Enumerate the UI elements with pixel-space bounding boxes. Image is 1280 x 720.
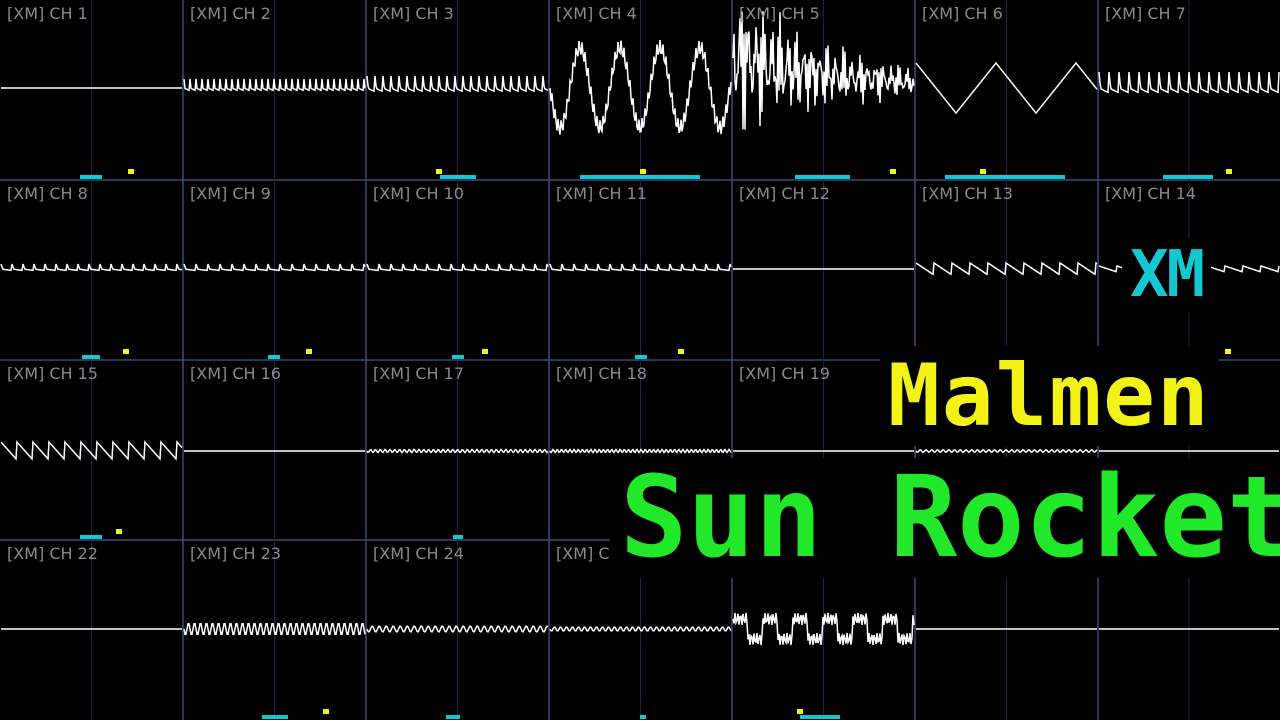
channel-note-marker — [797, 709, 803, 714]
channel-note-marker — [306, 349, 312, 354]
channel-position-bar — [453, 535, 463, 539]
channel-note-marker — [116, 529, 122, 534]
channel-label: [XM] CH 4 — [556, 4, 637, 23]
channel-label: [XM] CH 13 — [922, 184, 1013, 203]
channel-note-marker — [890, 169, 896, 174]
channel-position-bar — [945, 175, 1065, 179]
channel-label: [XM] CH 8 — [7, 184, 88, 203]
channel-note-marker — [436, 169, 442, 174]
channel-label: [XM] CH 24 — [373, 544, 464, 563]
channel-position-bar — [268, 355, 280, 359]
channel-label: [XM] CH 23 — [190, 544, 281, 563]
channel-position-bar — [82, 355, 100, 359]
channel-label: [XM] CH 19 — [739, 364, 830, 383]
channel-position-bar — [800, 715, 840, 719]
channel-position-bar — [446, 715, 460, 719]
artist-title: Malmen — [880, 346, 1219, 446]
channel-position-bar — [262, 715, 288, 719]
channel-position-bar — [635, 355, 647, 359]
channel-label: [XM] CH 9 — [190, 184, 271, 203]
channel-label: [XM] CH 6 — [922, 4, 1003, 23]
channel-note-marker — [128, 169, 134, 174]
channel-label: [XM] CH 14 — [1105, 184, 1196, 203]
channel-label: [XM] CH 15 — [7, 364, 98, 383]
channel-note-marker — [640, 169, 646, 174]
channel-label: [XM] CH 16 — [190, 364, 281, 383]
channel-position-bar — [80, 535, 102, 539]
channel-label: [XM] CH 18 — [556, 364, 647, 383]
channel-note-marker — [980, 169, 986, 174]
song-title: Sun Rocket — [610, 458, 1280, 578]
channel-note-marker — [678, 349, 684, 354]
channel-label: [XM] CH 2 — [190, 4, 271, 23]
channel-note-marker — [1226, 169, 1232, 174]
channel-label: [XM] C — [556, 544, 610, 563]
channel-label: [XM] CH 11 — [556, 184, 647, 203]
channel-position-bar — [80, 175, 102, 179]
channel-position-bar — [452, 355, 464, 359]
channel-position-bar — [440, 175, 476, 179]
channel-position-bar — [795, 175, 850, 179]
channel-note-marker — [1225, 349, 1231, 354]
channel-position-bar — [580, 175, 700, 179]
channel-note-marker — [482, 349, 488, 354]
channel-position-bar — [1163, 175, 1213, 179]
channel-note-marker — [323, 709, 329, 714]
channel-label: [XM] CH 22 — [7, 544, 98, 563]
channel-label: [XM] CH 5 — [739, 4, 820, 23]
channel-waveform — [183, 78, 366, 92]
channel-label: [XM] CH 17 — [373, 364, 464, 383]
channel-position-bar — [640, 715, 646, 719]
channel-label: [XM] CH 3 — [373, 4, 454, 23]
channel-label: [XM] CH 1 — [7, 4, 88, 23]
channel-label: [XM] CH 12 — [739, 184, 830, 203]
channel-label: [XM] CH 7 — [1105, 4, 1186, 23]
channel-note-marker — [123, 349, 129, 354]
channel-label: [XM] CH 10 — [373, 184, 464, 203]
format-logo: XM — [1122, 238, 1212, 312]
